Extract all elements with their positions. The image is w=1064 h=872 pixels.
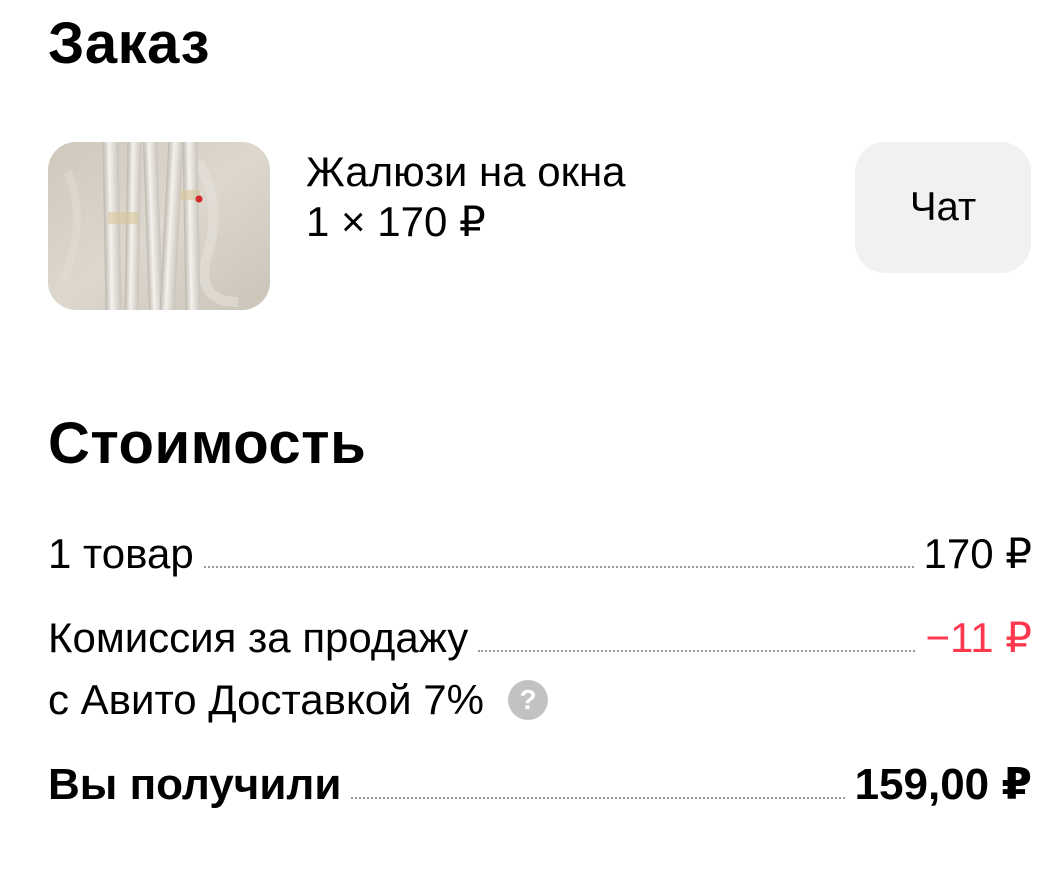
- product-quantity-price: 1 × 170 ₽: [306, 198, 486, 245]
- items-row: 1 товар 170 ₽: [48, 530, 1032, 578]
- total-value: 159,00 ₽: [854, 760, 1032, 809]
- order-section-title: Заказ: [48, 11, 210, 76]
- fee-label-continued: с Авито Доставкой 7%: [48, 676, 484, 723]
- fee-row: Комиссия за продажу −11 ₽: [48, 614, 1032, 662]
- cost-section-title: Стоимость: [48, 411, 367, 476]
- product-image[interactable]: [48, 142, 270, 310]
- product-photo: [48, 142, 270, 310]
- fee-label: Комиссия за продажу: [48, 614, 469, 661]
- fee-value: −11 ₽: [925, 614, 1032, 661]
- items-label: 1 товар: [48, 530, 194, 577]
- dotted-leader: [203, 565, 914, 568]
- dotted-leader: [478, 649, 916, 652]
- total-label: Вы получили: [48, 760, 342, 809]
- chat-button[interactable]: Чат: [855, 142, 1031, 273]
- items-value: 170 ₽: [923, 530, 1032, 577]
- product-name[interactable]: Жалюзи на окна: [306, 148, 626, 196]
- help-icon[interactable]: ?: [508, 680, 548, 721]
- total-row: Вы получили 159,00 ₽: [48, 760, 1032, 811]
- dotted-leader: [351, 796, 845, 799]
- fee-label-line2: с Авито Доставкой 7% ?: [48, 676, 548, 724]
